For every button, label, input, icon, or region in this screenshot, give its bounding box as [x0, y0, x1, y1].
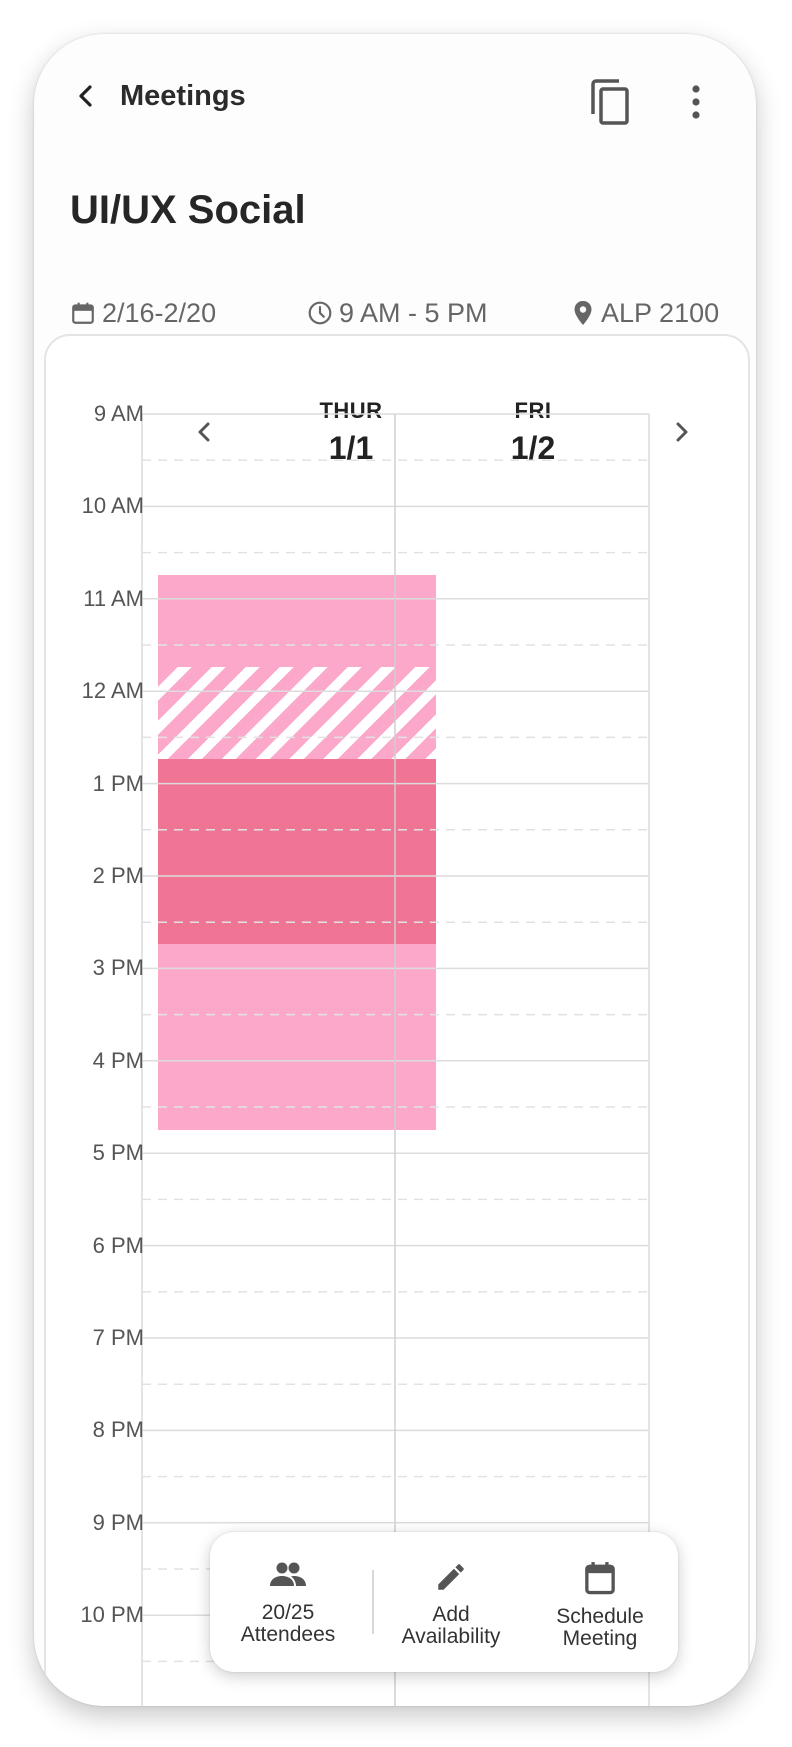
divider	[372, 1570, 374, 1634]
location-text: ALP 2100	[601, 297, 720, 328]
action-bar: 20/25 Attendees Add Availability Schedul…	[210, 1532, 678, 1672]
day-date: 1/1	[328, 430, 374, 466]
event-time-range: 9 AM - 5 PM	[307, 296, 488, 330]
availability-block-tentative[interactable]	[158, 667, 436, 759]
hour-label: 3 PM	[92, 955, 144, 981]
phone-frame: Meetings UI/UX Social 2/16-2/20 9 AM - 5…	[34, 34, 756, 1706]
attendees-label: Attendees	[240, 1623, 336, 1646]
pencil-icon	[438, 1564, 464, 1590]
hour-label: 8 PM	[92, 1417, 144, 1443]
add-availability-button[interactable]: Add Availability	[386, 1532, 516, 1672]
day-name: FRI	[514, 398, 552, 423]
availability-block[interactable]	[158, 944, 436, 1130]
day-header-fri[interactable]: FRI 1/2	[433, 398, 633, 468]
page-title: Meetings	[120, 80, 246, 112]
availability-block-overlap[interactable]	[158, 759, 436, 944]
hour-label: 5 PM	[92, 1140, 144, 1166]
time-range-text: 9 AM - 5 PM	[339, 297, 488, 328]
event-title: UI/UX Social	[70, 188, 306, 232]
hour-label: 1 PM	[92, 770, 144, 796]
schedule-meeting-line2: Meeting	[562, 1627, 638, 1650]
hour-label: 10 PM	[80, 1602, 144, 1628]
people-icon	[270, 1562, 306, 1586]
day-header-thur[interactable]: THUR 1/1	[251, 398, 451, 468]
hour-label: 9 AM	[93, 401, 144, 426]
event-location: ALP 2100	[571, 296, 719, 330]
hour-label: 4 PM	[92, 1047, 144, 1073]
date-range-text: 2/16-2/20	[102, 297, 217, 328]
top-app-bar: Meetings	[34, 34, 756, 164]
hour-label: 7 PM	[92, 1325, 144, 1350]
hour-label: 6 PM	[92, 1232, 144, 1258]
next-days-chevron-icon[interactable]	[666, 417, 696, 447]
calendar-icon	[72, 302, 94, 324]
schedule-meeting-line1: Schedule	[556, 1605, 644, 1628]
hour-label: 2 PM	[92, 863, 144, 888]
hour-label: 9 PM	[92, 1509, 144, 1535]
more-vert-icon[interactable]	[684, 80, 708, 124]
hour-label: 10 AM	[81, 493, 144, 519]
event-date-range: 2/16-2/20	[70, 296, 216, 330]
attendees-button[interactable]: 20/25 Attendees	[228, 1532, 348, 1672]
attendees-count: 20/25	[261, 1601, 315, 1624]
copy-icon[interactable]	[589, 78, 633, 128]
prev-days-chevron-icon[interactable]	[190, 417, 220, 447]
location-pin-icon	[574, 301, 592, 325]
day-date: 1/2	[510, 430, 556, 466]
day-name: THUR	[319, 398, 383, 423]
hour-label: 12 AM	[81, 678, 144, 704]
availability-block[interactable]	[158, 575, 436, 667]
chevron-left-icon[interactable]	[70, 80, 102, 112]
schedule-meeting-button[interactable]: Schedule Meeting	[535, 1532, 665, 1672]
hour-label: 11 AM	[83, 585, 144, 611]
add-availability-line1: Add	[432, 1603, 470, 1626]
add-availability-line2: Availability	[401, 1625, 501, 1648]
clock-icon	[308, 301, 332, 325]
calendar-icon	[585, 1562, 615, 1595]
